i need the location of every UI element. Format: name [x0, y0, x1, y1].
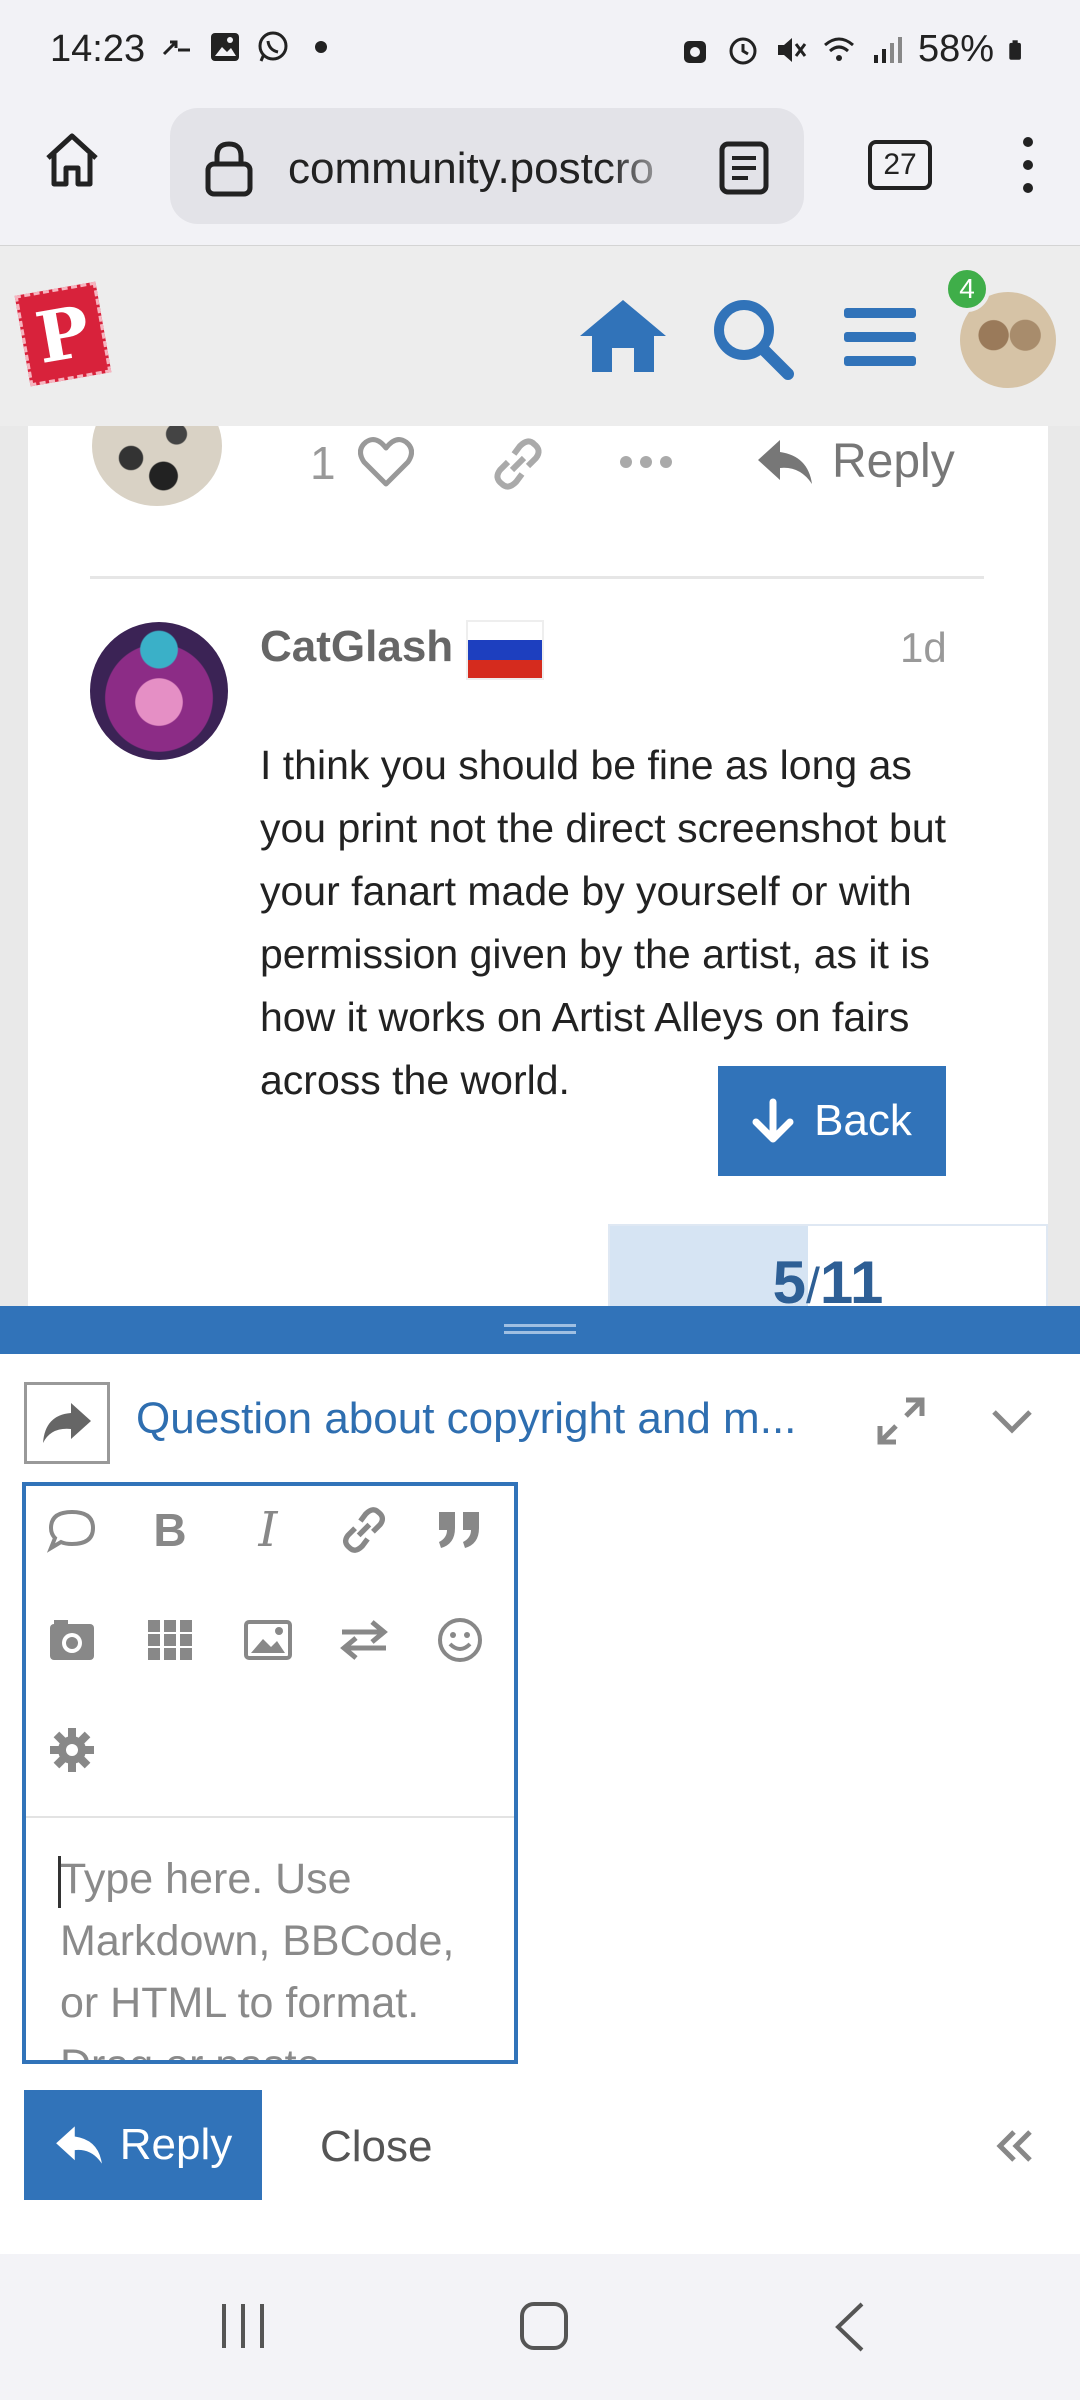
call-forward-icon — [162, 40, 190, 56]
progress-current: 5 — [772, 1249, 807, 1306]
post-author[interactable]: CatGlash — [260, 622, 453, 672]
hamburger-menu-icon[interactable] — [842, 304, 918, 370]
mute-icon — [777, 37, 807, 62]
blockquote-button[interactable] — [430, 1500, 490, 1560]
swap-arrows-icon — [340, 1620, 388, 1660]
post-age[interactable]: 1d — [900, 624, 947, 672]
camera-icon — [50, 1620, 94, 1660]
submit-reply-button[interactable]: Reply — [24, 2090, 262, 2200]
reader-mode-icon[interactable] — [718, 140, 770, 196]
lock-icon[interactable] — [202, 138, 256, 198]
whatsapp-icon — [258, 31, 288, 62]
battery-icon — [1009, 39, 1021, 60]
share-arrow-icon — [43, 1403, 91, 1443]
composer-editor: B I Type here. Use Markdown, BBCode, or … — [22, 1482, 518, 2064]
hyperlink-button[interactable] — [334, 1500, 394, 1560]
reply-type-button[interactable] — [24, 1382, 110, 1464]
grid-icon — [148, 1620, 192, 1660]
bold-icon: B — [153, 1504, 187, 1556]
quote-marks-icon — [439, 1512, 479, 1548]
progress-total: 11 — [819, 1249, 884, 1306]
home-nav-icon[interactable] — [576, 296, 670, 376]
more-actions-icon[interactable] — [618, 452, 674, 472]
dot-icon — [315, 41, 327, 53]
russia-flag-icon — [466, 620, 544, 680]
search-icon[interactable] — [710, 296, 794, 380]
previous-post-reply-button[interactable]: Reply — [756, 434, 955, 489]
more-options-icon[interactable] — [1010, 132, 1046, 198]
notification-badge[interactable]: 4 — [944, 266, 990, 312]
toolbar-divider — [26, 1816, 514, 1818]
status-right-icons: 58% — [678, 28, 1030, 71]
composer-topic-title[interactable]: Question about copyright and m... — [136, 1394, 816, 1444]
alarm-icon — [729, 37, 757, 64]
status-bar: 14:23 58% — [0, 0, 1080, 100]
url-bar[interactable]: community.postcro — [170, 108, 804, 224]
upload-button[interactable] — [42, 1610, 102, 1670]
tabs-button[interactable]: 27 — [868, 140, 932, 190]
site-header: P 4 — [0, 246, 1080, 426]
home-button-icon[interactable] — [518, 2300, 570, 2352]
system-nav-bar — [0, 2254, 1080, 2400]
close-composer-button[interactable]: Close — [320, 2122, 433, 2172]
quote-bubble-button[interactable] — [42, 1500, 102, 1560]
speech-bubble-icon — [47, 1509, 96, 1553]
composer-textarea[interactable]: Type here. Use Markdown, BBCode, or HTML… — [60, 1848, 500, 2060]
link-icon[interactable] — [490, 436, 546, 492]
tab-count: 27 — [883, 148, 917, 181]
wifi-icon — [823, 37, 854, 61]
back-nav-icon[interactable] — [832, 2300, 868, 2354]
post-body: I think you should be fine as long as yo… — [260, 742, 947, 1103]
status-time: 14:23 — [50, 28, 146, 70]
recent-apps-icon[interactable] — [218, 2300, 268, 2352]
emoji-button[interactable] — [430, 1610, 490, 1670]
hyperlink-icon — [342, 1507, 386, 1553]
reply-arrow-icon — [758, 439, 812, 484]
arrow-down-icon — [752, 1098, 794, 1143]
like-count: 1 — [310, 437, 336, 489]
table-button[interactable] — [140, 1610, 200, 1670]
site-logo[interactable]: P — [14, 281, 112, 387]
composer-grip[interactable] — [0, 1306, 1080, 1354]
post-avatar[interactable] — [90, 622, 228, 760]
italic-button[interactable]: I — [238, 1500, 298, 1560]
reply-composer: Question about copyright and m... B I Ty… — [0, 1306, 1080, 2254]
signal-icon — [873, 36, 902, 63]
back-button[interactable]: Back — [718, 1066, 946, 1176]
home-icon[interactable] — [40, 128, 104, 192]
post-divider — [90, 576, 984, 579]
lock-notification-icon — [683, 40, 706, 63]
topic-progress[interactable]: 5/11 — [608, 1224, 1048, 1306]
toggle-direction-button[interactable] — [334, 1610, 394, 1670]
options-button[interactable] — [42, 1720, 102, 1780]
image-icon — [244, 1620, 292, 1660]
gear-icon — [50, 1728, 94, 1772]
status-left-icons — [160, 30, 338, 64]
previous-post-avatar[interactable] — [92, 426, 222, 506]
fullscreen-icon[interactable] — [876, 1396, 926, 1446]
battery-percent: 58% — [917, 28, 994, 70]
smiley-icon — [438, 1618, 482, 1662]
double-chevron-left-icon[interactable] — [994, 2128, 1036, 2164]
bold-button[interactable]: B — [140, 1500, 200, 1560]
post-stream: 1 Reply CatGlash 1d I think you should b… — [28, 426, 1048, 1306]
browser-toolbar: community.postcro 27 — [0, 100, 1080, 246]
heart-icon[interactable] — [358, 436, 414, 488]
image-button[interactable] — [238, 1610, 298, 1670]
chevron-down-icon[interactable] — [990, 1406, 1034, 1438]
italic-icon: I — [258, 1502, 278, 1558]
gallery-icon — [211, 33, 239, 61]
url-text[interactable]: community.postcro — [288, 144, 688, 194]
reply-arrow-icon — [55, 2126, 102, 2164]
